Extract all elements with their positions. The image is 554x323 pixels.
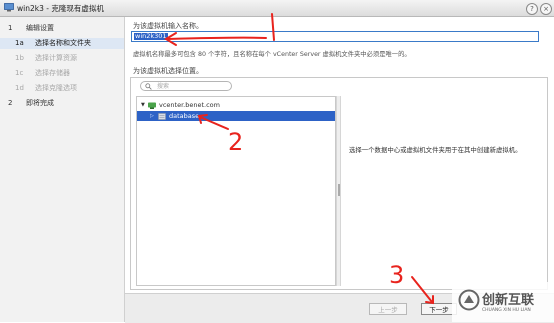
step-select-clone-options[interactable]: 1d 选择克隆选项 xyxy=(0,83,124,94)
search-placeholder: 搜索 xyxy=(157,83,170,90)
vcenter-icon xyxy=(148,102,156,109)
watermark-text: 创新互联 xyxy=(482,293,535,308)
tree-node-label: database xyxy=(169,112,200,120)
splitter-grip[interactable] xyxy=(338,184,340,196)
step-number: 1c xyxy=(15,69,24,77)
location-info-text: 选择一个数据中心或虚拟机文件夹用于在其中创建新虚拟机。 xyxy=(349,146,522,154)
step-label: 编辑设置 xyxy=(26,24,54,32)
step-number: 1d xyxy=(15,84,24,92)
wizard-steps-panel: 1 编辑设置 1a 选择名称和文件夹 1b 选择计算资源 1c 选择存储器 1d… xyxy=(0,17,125,322)
step-label: 选择计算资源 xyxy=(35,54,77,62)
vm-name-label: 为该虚拟机输入名称。 xyxy=(133,22,203,30)
panel-splitter[interactable] xyxy=(336,96,341,286)
tree-node-vcenter[interactable]: ▼ vcenter.benet.com xyxy=(137,100,335,110)
expand-triangle-icon[interactable]: ▼ xyxy=(141,100,145,110)
step-number: 1b xyxy=(15,54,24,62)
search-icon xyxy=(145,83,152,90)
step-label: 即将完成 xyxy=(26,99,54,107)
close-icon[interactable]: × xyxy=(540,3,552,15)
inventory-tree: ▼ vcenter.benet.com ▷ database xyxy=(136,96,336,286)
wizard-content: 为该虚拟机输入名称。 win2k301 虚拟机名称最多可包含 80 个字符，且名… xyxy=(125,17,554,323)
step-select-name-folder[interactable]: 1a 选择名称和文件夹 xyxy=(0,38,124,49)
watermark-subtext: CHUANG XIN HU LIAN xyxy=(482,308,531,313)
search-input[interactable]: 搜索 xyxy=(140,81,232,91)
vm-app-icon xyxy=(4,3,14,12)
step-select-compute-resource[interactable]: 1b 选择计算资源 xyxy=(0,53,124,64)
tree-node-database[interactable]: ▷ database xyxy=(137,111,335,121)
location-chooser: 搜索 ▼ vcenter.benet.com ▷ database 选择一个数据… xyxy=(130,77,548,290)
step-label: 选择存储器 xyxy=(35,69,70,77)
watermark-logo-icon xyxy=(458,289,480,311)
step-number: 1a xyxy=(15,39,24,47)
step-edit-settings[interactable]: 1 编辑设置 xyxy=(0,23,124,34)
tree-node-label: vcenter.benet.com xyxy=(159,101,220,109)
vm-name-hint: 虚拟机名称最多可包含 80 个字符，且名称在每个 vCenter Server … xyxy=(133,51,411,58)
datacenter-icon xyxy=(158,113,166,120)
window-title: win2k3 - 克隆现有虚拟机 xyxy=(17,4,104,13)
vm-name-input[interactable]: win2k301 xyxy=(131,31,539,42)
title-bar: win2k3 - 克隆现有虚拟机 ? × xyxy=(0,0,554,17)
back-button[interactable]: 上一步 xyxy=(369,303,407,315)
vm-name-value: win2k301 xyxy=(134,32,168,40)
help-icon[interactable]: ? xyxy=(526,3,538,15)
step-number: 1 xyxy=(8,24,13,32)
step-number: 2 xyxy=(8,99,13,107)
step-ready-to-complete[interactable]: 2 即将完成 xyxy=(0,98,124,109)
step-label: 选择名称和文件夹 xyxy=(35,39,91,47)
location-label: 为该虚拟机选择位置。 xyxy=(133,67,203,75)
step-label: 选择克隆选项 xyxy=(35,84,77,92)
watermark: 创新互联 CHUANG XIN HU LIAN xyxy=(452,282,554,322)
step-select-storage[interactable]: 1c 选择存储器 xyxy=(0,68,124,79)
collapse-triangle-icon[interactable]: ▷ xyxy=(150,111,154,121)
